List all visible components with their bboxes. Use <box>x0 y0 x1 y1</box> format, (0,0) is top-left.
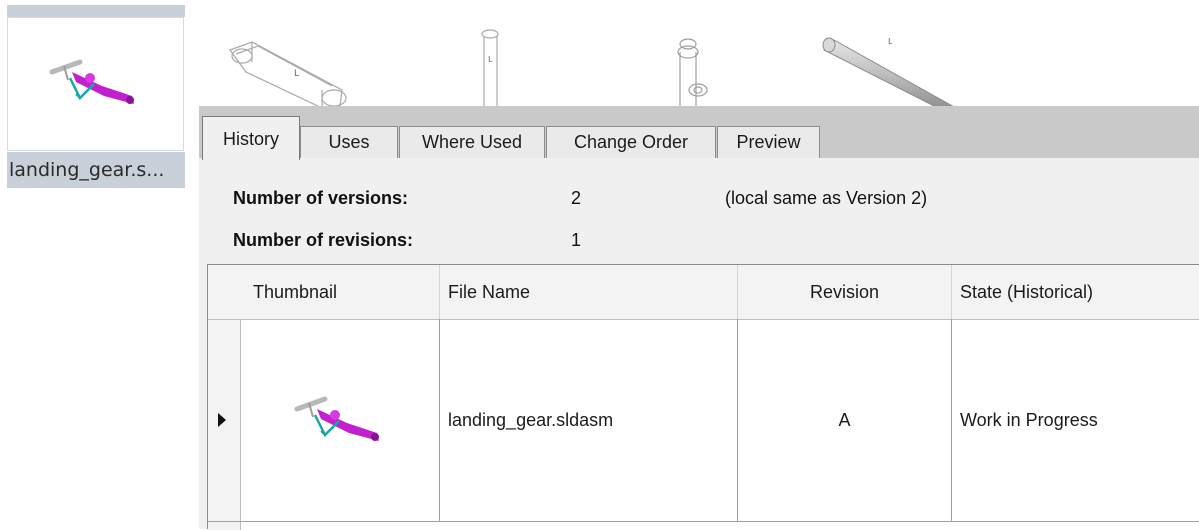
history-panel: History Uses Where Used Change Order Pre… <box>199 106 1199 530</box>
landing-gear-assembly-icon <box>294 396 379 441</box>
tab-uses[interactable]: Uses <box>300 126 398 158</box>
svg-text:L: L <box>294 69 299 79</box>
versions-label: Number of versions: <box>233 188 409 208</box>
versions-value: 2 <box>571 188 582 208</box>
column-header-revision[interactable]: Revision <box>738 265 952 319</box>
landing-gear-assembly-icon <box>49 59 134 104</box>
svg-text:L: L <box>488 55 493 64</box>
tab-history[interactable]: History <box>202 116 300 160</box>
rod-part-icon: L <box>822 37 958 110</box>
cell-state: Work in Progress <box>960 410 1098 430</box>
file-tile-label: landing_gear.s... <box>7 152 185 188</box>
svg-text:L: L <box>888 37 893 46</box>
column-header-thumbnail[interactable]: Thumbnail <box>241 265 440 319</box>
revisions-value: 1 <box>571 230 582 250</box>
file-tile-selection-bar <box>7 5 185 17</box>
tab-strip: History Uses Where Used Change Order Pre… <box>199 106 1199 160</box>
revisions-label: Number of revisions: <box>233 230 414 250</box>
column-header-state[interactable]: State (Historical) <box>952 265 1199 319</box>
tab-where-used[interactable]: Where Used <box>399 126 545 158</box>
file-tile[interactable]: landing_gear.s... <box>0 0 190 190</box>
versions-note: (local same as Version 2) <box>725 188 928 208</box>
pin-part-icon: L <box>481 29 499 110</box>
tab-preview[interactable]: Preview <box>717 126 820 158</box>
cell-thumbnail <box>241 319 440 521</box>
linkage-arm-part-icon: L <box>229 41 347 109</box>
history-grid[interactable]: Thumbnail File Name Revision State (Hist… <box>207 264 1199 530</box>
file-tile-thumbnail[interactable] <box>7 17 184 151</box>
cell-file-name: landing_gear.sldasm <box>440 319 738 521</box>
grid-header: Thumbnail File Name Revision State (Hist… <box>208 265 1199 320</box>
bushing-part-icon <box>677 38 708 108</box>
cell-revision: A <box>738 319 952 521</box>
tab-change-order[interactable]: Change Order <box>546 126 716 158</box>
current-row-indicator-icon <box>218 413 226 427</box>
column-header-file-name[interactable]: File Name <box>440 265 738 319</box>
table-row[interactable]: landing_gear.sldasm A Work in Progress <box>208 319 1199 522</box>
